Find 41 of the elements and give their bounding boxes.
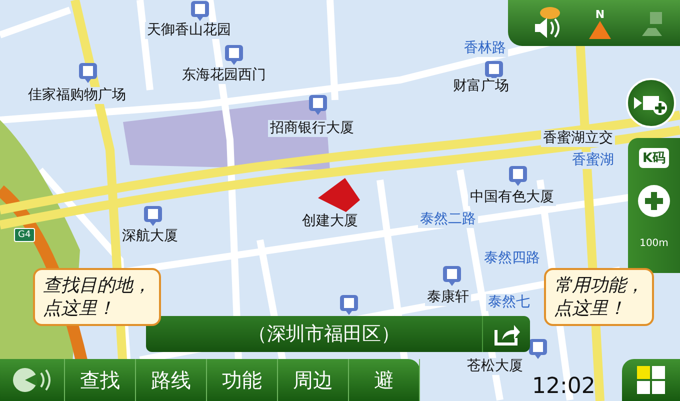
menu-grid-button[interactable] — [622, 359, 680, 401]
road-label: 泰然七 — [486, 294, 532, 311]
grid-icon — [636, 365, 666, 395]
zoom-in-button[interactable] — [636, 184, 672, 220]
k-code-button[interactable]: K码 — [639, 148, 669, 168]
location-text: （深圳市福田区） — [247, 322, 401, 347]
place-label: 中国有色大厦 — [468, 189, 556, 206]
road-label: 泰然二路 — [418, 211, 478, 228]
place-label: 佳家福购物广场 — [26, 87, 128, 104]
menu-tab[interactable]: 路线 — [136, 359, 208, 401]
place-label: 苍松大厦 — [465, 358, 525, 375]
road-label: 香蜜湖 — [570, 152, 616, 169]
clock-time: 12:02 — [532, 374, 596, 399]
place-label: 招商银行大厦 — [268, 120, 356, 137]
location-arrow-icon — [316, 178, 360, 214]
voice-icon — [11, 366, 54, 394]
place-label: 财富广场 — [451, 78, 511, 95]
building-marker-icon — [339, 294, 359, 316]
building-marker-icon — [143, 205, 163, 227]
road-label: 泰然四路 — [482, 250, 542, 267]
menu-tab[interactable]: 避 — [349, 359, 420, 401]
tip-bubble: 常用功能， 点这里！ — [544, 268, 654, 326]
building-marker-icon — [442, 265, 462, 287]
building-marker-icon — [78, 62, 98, 84]
place-label: 深航大厦 — [120, 228, 180, 245]
tip-bubble: 查找目的地， 点这里！ — [33, 268, 161, 326]
menu-tab[interactable]: 周边 — [278, 359, 350, 401]
highway-sign: G4 — [14, 228, 35, 242]
building-marker-icon — [508, 165, 528, 187]
place-label: 泰康轩 — [425, 289, 471, 306]
building-marker-icon — [528, 338, 548, 360]
plus-icon — [637, 184, 671, 218]
menu-tab[interactable]: 查找 — [65, 359, 136, 401]
building-marker-icon — [190, 0, 210, 22]
building-marker-icon — [308, 94, 328, 116]
place-label: 香蜜湖立交 — [541, 130, 615, 147]
place-label: 创建大厦 — [300, 213, 360, 230]
scale-label: 100m — [640, 238, 668, 249]
menu-tab[interactable]: 功能 — [207, 359, 278, 401]
road-label: 香林路 — [462, 40, 508, 57]
building-marker-icon — [224, 44, 244, 66]
